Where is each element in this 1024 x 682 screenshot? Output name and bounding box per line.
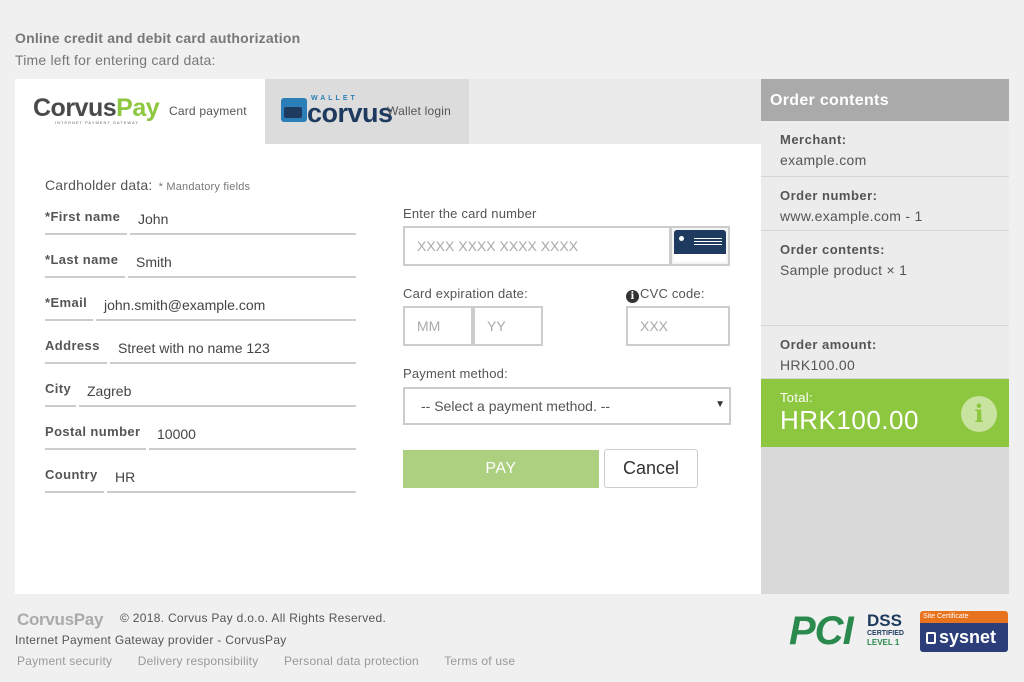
payment-method-select[interactable]: -- Select a payment method. -- ▼ bbox=[403, 387, 731, 425]
first-name-field[interactable]: John bbox=[130, 207, 356, 235]
country-field[interactable]: HR bbox=[107, 465, 356, 493]
order-sidebar: Order contents Merchant: example.com Ord… bbox=[761, 79, 1009, 594]
tab-card-label: Card payment bbox=[169, 104, 247, 118]
order-contents-value: Sample product × 1 bbox=[780, 262, 908, 278]
address-row: Address Street with no name 123 bbox=[45, 336, 356, 364]
order-contents-block: Order contents: Sample product × 1 bbox=[761, 231, 1009, 326]
tab-wallet-login[interactable]: WALLET corvus Wallet login bbox=[265, 79, 469, 144]
total-block: Total: HRK100.00 i bbox=[761, 379, 1009, 447]
address-label: Address bbox=[45, 336, 107, 364]
order-amount-block: Order amount: HRK100.00 bbox=[761, 326, 1009, 379]
pci-dss-badge: PCI DSS CERTIFIED LEVEL 1 bbox=[789, 609, 904, 653]
order-number-block: Order number: www.example.com - 1 bbox=[761, 177, 1009, 231]
country-label: Country bbox=[45, 465, 104, 493]
info-icon[interactable]: i bbox=[626, 290, 639, 303]
info-icon[interactable]: i bbox=[961, 396, 997, 432]
chevron-down-icon: ▼ bbox=[715, 399, 725, 410]
expiry-month-input[interactable]: MM bbox=[403, 306, 473, 346]
timer-label: Time left for entering card data: bbox=[15, 52, 216, 68]
last-name-field[interactable]: Smith bbox=[128, 250, 356, 278]
corvuspay-logo: CorvusPay INTERNET PAYMENT GATEWAY bbox=[33, 94, 160, 125]
total-value: HRK100.00 bbox=[780, 405, 919, 435]
footer-provider: Internet Payment Gateway provider - Corv… bbox=[15, 633, 287, 647]
last-name-label: *Last name bbox=[45, 250, 125, 278]
footer-links: Payment security Delivery responsibility… bbox=[17, 654, 537, 668]
last-name-row: *Last name Smith bbox=[45, 250, 356, 278]
pay-button[interactable]: PAY bbox=[403, 450, 599, 488]
order-number-label: Order number: bbox=[780, 188, 878, 203]
order-amount-label: Order amount: bbox=[780, 337, 877, 352]
postal-number-row: Postal number 10000 bbox=[45, 422, 356, 450]
order-title: Order contents bbox=[761, 79, 1009, 121]
link-delivery-responsibility[interactable]: Delivery responsibility bbox=[138, 654, 259, 668]
email-field[interactable]: john.smith@example.com bbox=[96, 293, 356, 321]
cardholder-title: Cardholder data: * Mandatory fields bbox=[45, 177, 251, 193]
payment-panel: CorvusPay INTERNET PAYMENT GATEWAY Card … bbox=[15, 79, 761, 594]
card-number-label: Enter the card number bbox=[403, 206, 537, 221]
tab-bar: CorvusPay INTERNET PAYMENT GATEWAY Card … bbox=[15, 79, 761, 144]
cancel-button[interactable]: Cancel bbox=[604, 449, 698, 488]
country-row: Country HR bbox=[45, 465, 356, 493]
payment-method-label: Payment method: bbox=[403, 366, 508, 381]
order-number-value: www.example.com - 1 bbox=[780, 208, 923, 224]
merchant-value: example.com bbox=[780, 152, 867, 168]
sysnet-certificate-badge[interactable]: Site Certificate sysnet bbox=[920, 611, 1008, 652]
merchant-label: Merchant: bbox=[780, 132, 847, 147]
merchant-block: Merchant: example.com bbox=[761, 121, 1009, 177]
first-name-row: *First name John bbox=[45, 207, 356, 235]
lock-icon bbox=[926, 632, 936, 644]
order-contents-label: Order contents: bbox=[780, 242, 886, 257]
card-type-box bbox=[670, 226, 730, 266]
order-amount-value: HRK100.00 bbox=[780, 357, 856, 373]
page-title: Online credit and debit card authorizati… bbox=[15, 30, 301, 46]
email-row: *Email john.smith@example.com bbox=[45, 293, 356, 321]
expiry-label: Card expiration date: bbox=[403, 286, 528, 301]
mandatory-note: * Mandatory fields bbox=[158, 181, 251, 193]
corvus-wallet-logo: WALLET corvus bbox=[281, 95, 393, 127]
total-label: Total: bbox=[780, 390, 813, 405]
address-field[interactable]: Street with no name 123 bbox=[110, 336, 356, 364]
tab-wallet-label: Wallet login bbox=[387, 104, 451, 118]
footer-copyright: © 2018. Corvus Pay d.o.o. All Rights Res… bbox=[120, 611, 387, 625]
tab-card-payment[interactable]: CorvusPay INTERNET PAYMENT GATEWAY Card … bbox=[15, 79, 265, 144]
cvc-input[interactable]: XXX bbox=[626, 306, 730, 346]
postal-number-field[interactable]: 10000 bbox=[149, 422, 356, 450]
city-label: City bbox=[45, 379, 76, 407]
wallet-icon bbox=[281, 98, 307, 122]
first-name-label: *First name bbox=[45, 207, 127, 235]
expiry-year-input[interactable]: YY bbox=[473, 306, 543, 346]
card-number-input[interactable]: XXXX XXXX XXXX XXXX bbox=[403, 226, 671, 266]
city-field[interactable]: Zagreb bbox=[79, 379, 356, 407]
email-label: *Email bbox=[45, 293, 93, 321]
postal-number-label: Postal number bbox=[45, 422, 146, 450]
cvc-label: i CVC code: bbox=[626, 286, 705, 303]
footer-logo: CorvusPay bbox=[17, 610, 104, 629]
card-icon bbox=[674, 230, 726, 262]
city-row: City Zagreb bbox=[45, 379, 356, 407]
link-payment-security[interactable]: Payment security bbox=[17, 654, 112, 668]
link-terms-of-use[interactable]: Terms of use bbox=[444, 654, 515, 668]
link-personal-data-protection[interactable]: Personal data protection bbox=[284, 654, 419, 668]
